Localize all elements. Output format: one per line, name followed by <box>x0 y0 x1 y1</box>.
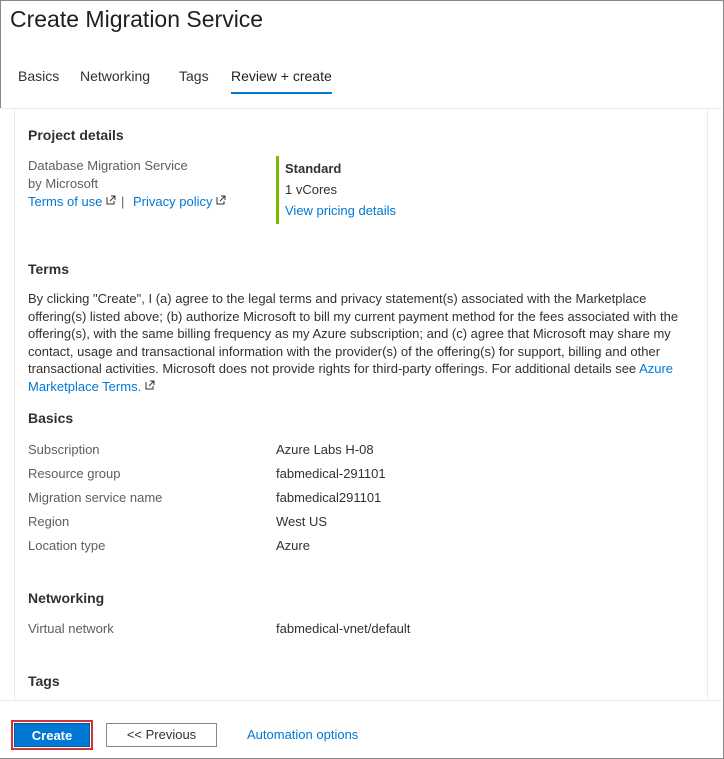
external-link-icon <box>145 380 155 389</box>
tab-review-create[interactable]: Review + create <box>231 62 332 94</box>
review-card <box>14 109 708 709</box>
product-name: Database Migration Service <box>28 158 188 173</box>
resource-group-label: Resource group <box>28 466 121 481</box>
plan-accent-bar <box>276 156 279 224</box>
terms-of-use-link[interactable]: Terms of use <box>28 194 116 209</box>
location-type-label: Location type <box>28 538 106 553</box>
publisher-name: by Microsoft <box>28 176 99 191</box>
tab-tags[interactable]: Tags <box>179 62 209 94</box>
terms-heading: Terms <box>28 261 69 277</box>
tab-networking[interactable]: Networking <box>80 62 150 94</box>
link-separator: | <box>121 194 125 209</box>
view-pricing-link[interactable]: View pricing details <box>285 203 396 218</box>
plan-name: Standard <box>285 161 342 176</box>
tags-heading: Tags <box>28 673 60 689</box>
virtual-network-label: Virtual network <box>28 621 114 636</box>
region-label: Region <box>28 514 70 529</box>
migration-service-name-label: Migration service name <box>28 490 163 505</box>
terms-body-text: By clicking "Create", I (a) agree to the… <box>28 291 679 376</box>
subscription-label: Subscription <box>28 442 100 457</box>
tab-basics[interactable]: Basics <box>18 62 59 94</box>
networking-heading: Networking <box>28 590 105 606</box>
subscription-value: Azure Labs H-08 <box>276 442 374 457</box>
external-link-icon <box>216 195 226 205</box>
migration-service-name-value: fabmedical291101 <box>276 490 382 505</box>
plan-cores: 1 vCores <box>285 182 338 197</box>
location-type-value: Azure <box>276 538 310 553</box>
basics-heading: Basics <box>28 410 74 426</box>
region-value: West US <box>276 514 328 529</box>
external-link-icon <box>106 195 116 205</box>
automation-options-link[interactable]: Automation options <box>247 727 358 742</box>
privacy-policy-link[interactable]: Privacy policy <box>133 194 226 209</box>
previous-button[interactable]: << Previous <box>106 723 217 747</box>
resource-group-value: fabmedical-291101 <box>276 466 386 481</box>
terms-text: By clicking "Create", I (a) agree to the… <box>28 290 692 395</box>
create-button[interactable]: Create <box>14 723 90 747</box>
virtual-network-value: fabmedical-vnet/default <box>276 621 411 636</box>
project-details-heading: Project details <box>28 127 124 143</box>
privacy-policy-label: Privacy policy <box>133 194 213 209</box>
terms-of-use-label: Terms of use <box>28 194 103 209</box>
page-title: Create Migration Service <box>10 6 264 32</box>
